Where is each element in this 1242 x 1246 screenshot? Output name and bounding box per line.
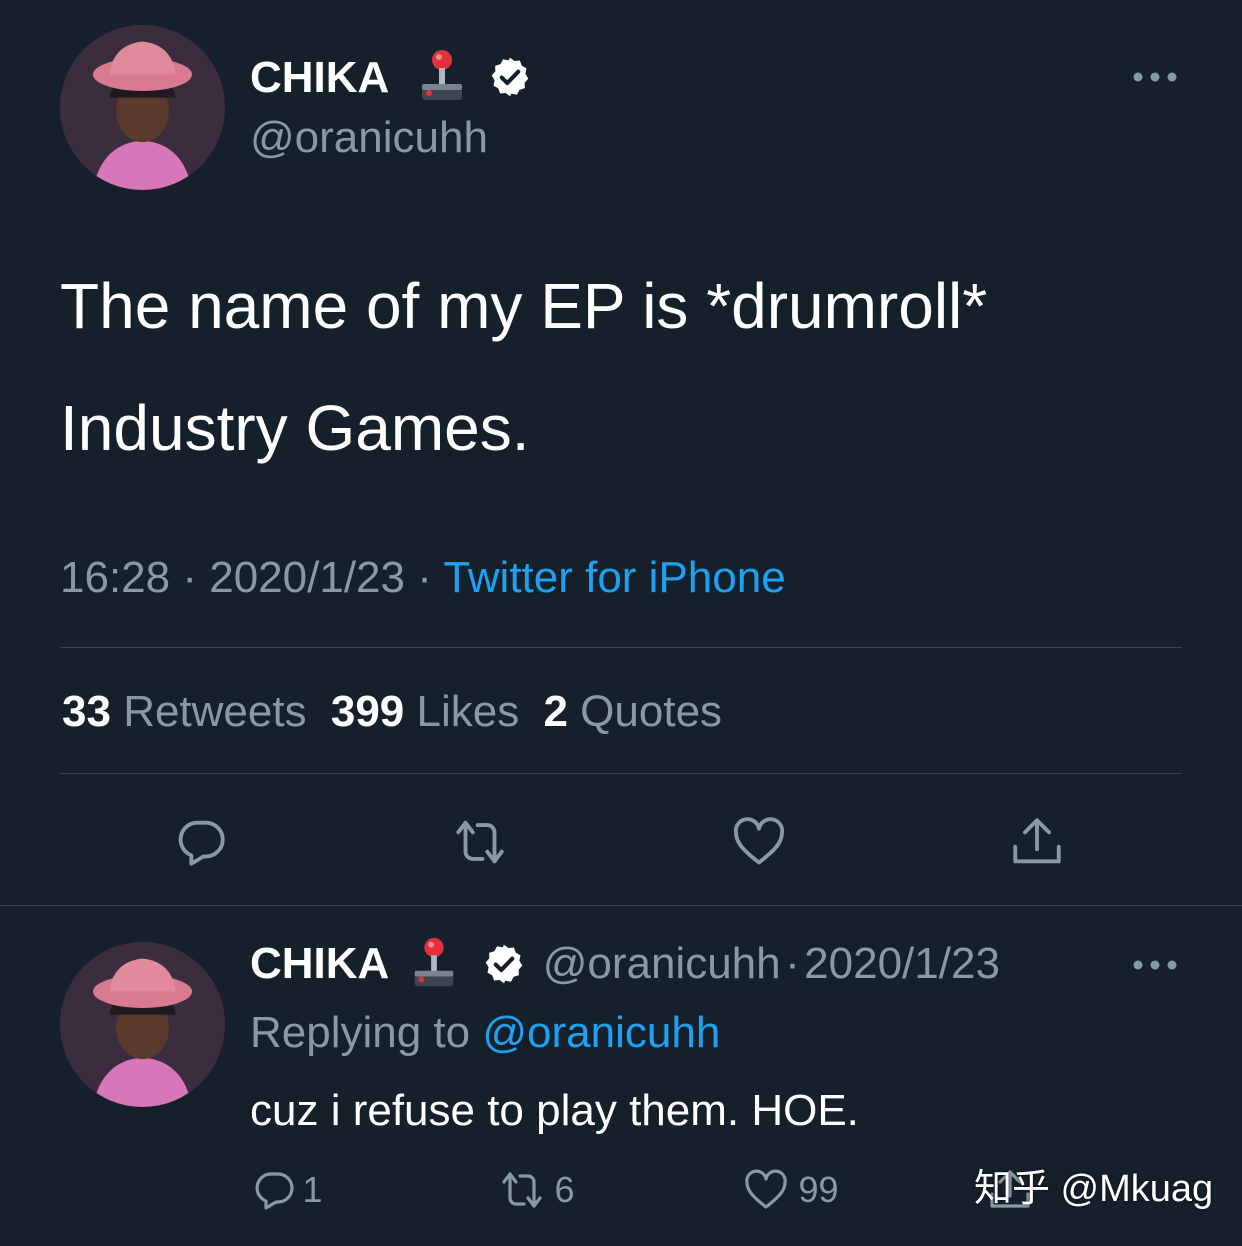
like-action[interactable]: 99 (742, 1166, 839, 1214)
reply-header: CHIKA @oranicuhh · 2020/1/23 (250, 936, 1000, 992)
like-icon[interactable] (730, 813, 788, 871)
retweets-count: 33 (62, 687, 111, 736)
section-divider (0, 905, 1242, 906)
watermark: 知乎 @Mkuag (974, 1168, 1214, 1210)
retweets-stat[interactable]: 33 Retweets (62, 687, 319, 736)
meta-separator: · (785, 939, 800, 988)
quotes-count: 2 (543, 687, 568, 736)
tweet-date: 2020/1/23 (209, 553, 405, 602)
meta-separator: · (417, 553, 432, 602)
tweet-text-line2: Industry Games. (60, 392, 530, 464)
retweet-icon (494, 1166, 550, 1214)
avatar[interactable] (60, 942, 225, 1107)
handle[interactable]: @oranicuhh (250, 112, 488, 164)
reply-action[interactable]: 1 (250, 1166, 322, 1214)
like-count: 99 (798, 1169, 839, 1210)
display-name[interactable]: CHIKA (250, 936, 389, 992)
display-name[interactable]: CHIKA (250, 52, 389, 104)
replying-prefix: Replying to (250, 1008, 471, 1057)
reply-icon[interactable] (172, 813, 230, 871)
likes-count: 399 (330, 687, 405, 736)
more-icon[interactable] (1132, 68, 1178, 86)
reply-text: cuz i refuse to play them. HOE. (250, 1086, 859, 1135)
more-icon[interactable] (1132, 956, 1178, 974)
tweet-source-link[interactable]: Twitter for iPhone (443, 553, 785, 602)
likes-stat[interactable]: 399 Likes (331, 687, 532, 736)
verified-badge-icon (482, 942, 526, 986)
tweet-time: 16:28 (60, 553, 171, 602)
retweet-icon[interactable] (446, 813, 514, 871)
joystick-icon (410, 936, 458, 992)
avatar[interactable] (60, 25, 225, 190)
share-icon[interactable] (1008, 813, 1066, 871)
tweet-text-line1: The name of my EP is *drumroll* (60, 270, 988, 342)
tweet-date[interactable]: 2020/1/23 (804, 936, 1000, 992)
replying-handle-link[interactable]: @oranicuhh (482, 1008, 720, 1057)
replying-to: Replying to @oranicuhh (250, 1006, 720, 1060)
tweet-meta: 16:28 · 2020/1/23 · Twitter for iPhone (60, 550, 786, 606)
retweet-count: 6 (554, 1169, 575, 1210)
divider (60, 773, 1182, 774)
divider (60, 647, 1182, 648)
like-icon (742, 1166, 790, 1214)
quotes-stat[interactable]: 2 Quotes (543, 687, 722, 736)
reply-icon (250, 1166, 298, 1214)
likes-label: Likes (416, 687, 520, 736)
tweet-stats: 33 Retweets 399 Likes 2 Quotes (62, 686, 722, 738)
retweet-action[interactable]: 6 (494, 1166, 574, 1214)
joystick-icon (418, 48, 466, 106)
reply-count: 1 (302, 1169, 323, 1210)
meta-separator: · (182, 553, 197, 602)
verified-badge-icon (488, 55, 532, 99)
handle[interactable]: @oranicuhh (543, 936, 781, 992)
quotes-label: Quotes (580, 687, 723, 736)
retweets-label: Retweets (123, 687, 307, 736)
